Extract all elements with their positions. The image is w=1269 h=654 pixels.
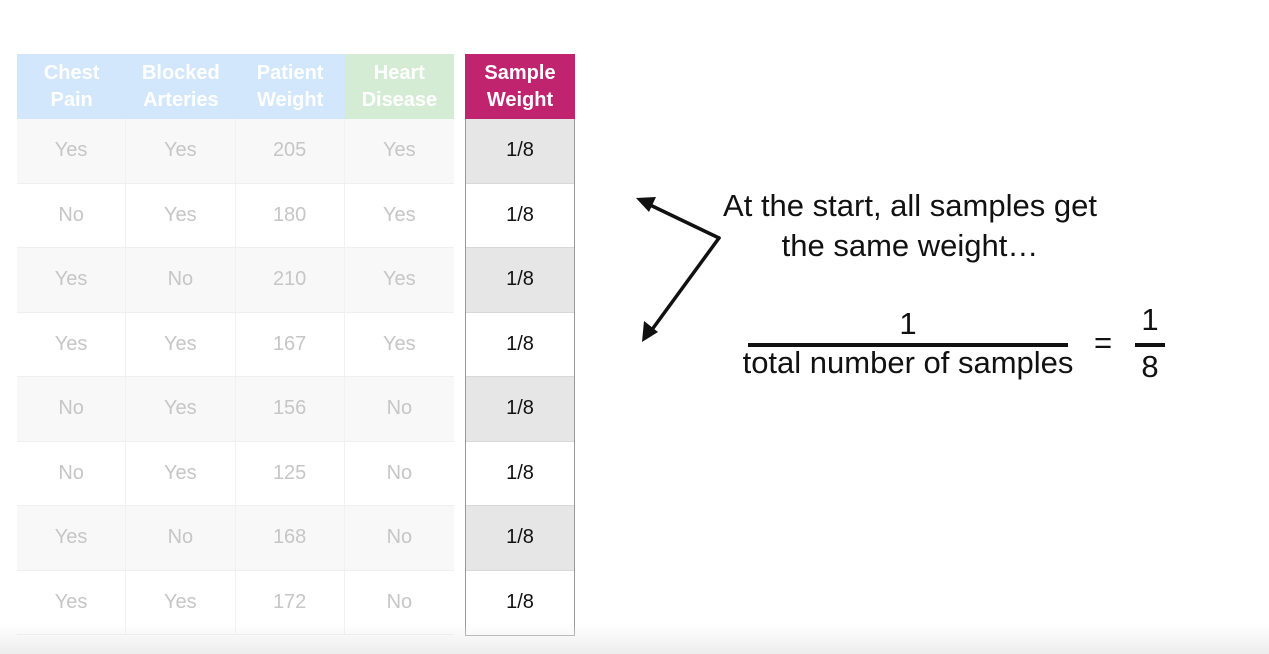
table-cell: 168 (236, 506, 345, 570)
table-cell: Yes (126, 119, 236, 183)
annotation-line-2: the same weight… (781, 228, 1039, 263)
table-row: Yes Yes 205 Yes (17, 119, 454, 184)
sample-weight-cell: 1/8 (466, 119, 574, 184)
annotation-line-1: At the start, all samples get (723, 188, 1097, 223)
table-cell: 205 (236, 119, 345, 183)
formula-result-bar (1135, 343, 1165, 347)
table-row: No Yes 180 Yes (17, 183, 454, 248)
table-cell: Yes (17, 248, 127, 312)
header-sample-weight: Sample Weight (465, 54, 575, 119)
table-row: Yes No 168 No (17, 506, 454, 571)
table-cell: Yes (17, 506, 127, 570)
header-heart-disease-label: Heart Disease (361, 61, 438, 111)
header-chest-pain-label: Chest Pain (43, 61, 100, 111)
feature-table-header: Chest Pain Blocked Arteries Patient Weig… (17, 54, 454, 119)
sample-weight-cell: 1/8 (466, 184, 574, 248)
formula-result-denominator: 8 (1141, 349, 1159, 384)
header-blocked-arteries: Blocked Arteries (126, 54, 236, 119)
table-cell: No (17, 183, 127, 247)
table-cell: No (126, 248, 236, 312)
table-cell: 167 (236, 312, 345, 376)
sample-weight-cell: 1/8 (466, 377, 574, 442)
table-cell: No (386, 526, 413, 549)
table-cell: Yes (17, 119, 127, 183)
table-cell: 210 (236, 248, 345, 312)
table-cell: No (17, 377, 127, 441)
table-cell: 156 (236, 377, 345, 441)
table-row: Yes Yes 167 Yes (17, 312, 454, 377)
formula-denominator: total number of samples (742, 345, 1074, 380)
header-heart-disease: Heart Disease (344, 54, 454, 119)
header-sample-weight-label: Sample Weight (484, 61, 556, 111)
formula-equals: = (1094, 325, 1113, 360)
table-cell: Yes (126, 312, 236, 376)
table-cell: Yes (17, 312, 127, 376)
sample-weight-cell: 1/8 (466, 248, 574, 313)
header-patient-weight: Patient Weight (235, 54, 345, 119)
annotation-text: At the start, all samples get the same w… (690, 186, 1130, 266)
table-cell: Yes (383, 203, 416, 226)
table-cell: Yes (126, 377, 236, 441)
table-cell: Yes (126, 183, 236, 247)
formula-result-numerator: 1 (1141, 302, 1159, 337)
table-cell: No (386, 397, 413, 420)
table-row: No Yes 156 No (17, 377, 454, 442)
header-chest-pain: Chest Pain (17, 54, 127, 119)
table-cell: Yes (383, 139, 416, 162)
sample-weight-cell: 1/8 (466, 506, 574, 571)
bottom-fade (0, 624, 1269, 654)
sample-weight-cell: 1/8 (466, 442, 574, 506)
sample-weight-cell: 1/8 (466, 313, 574, 377)
table-cell: Yes (126, 441, 236, 505)
table-cell: 180 (236, 183, 345, 247)
sample-weight-column: Sample Weight 1/8 1/8 1/8 1/8 1/8 1/8 1/… (465, 54, 575, 636)
table-cell: 125 (236, 441, 345, 505)
header-patient-weight-label: Patient Weight (256, 61, 324, 111)
table-cell: No (126, 506, 236, 570)
feature-table: Chest Pain Blocked Arteries Patient Weig… (17, 54, 454, 635)
table-cell: Yes (383, 332, 416, 355)
sample-weight-values: 1/8 1/8 1/8 1/8 1/8 1/8 1/8 1/8 (465, 119, 575, 636)
formula-numerator: 1 (899, 306, 917, 341)
table-cell: No (386, 461, 413, 484)
table-row: No Yes 125 No (17, 441, 454, 506)
table-cell: Yes (383, 268, 416, 291)
table-row: Yes No 210 Yes (17, 248, 454, 313)
table-cell: No (17, 441, 127, 505)
header-blocked-arteries-label: Blocked Arteries (141, 61, 220, 111)
